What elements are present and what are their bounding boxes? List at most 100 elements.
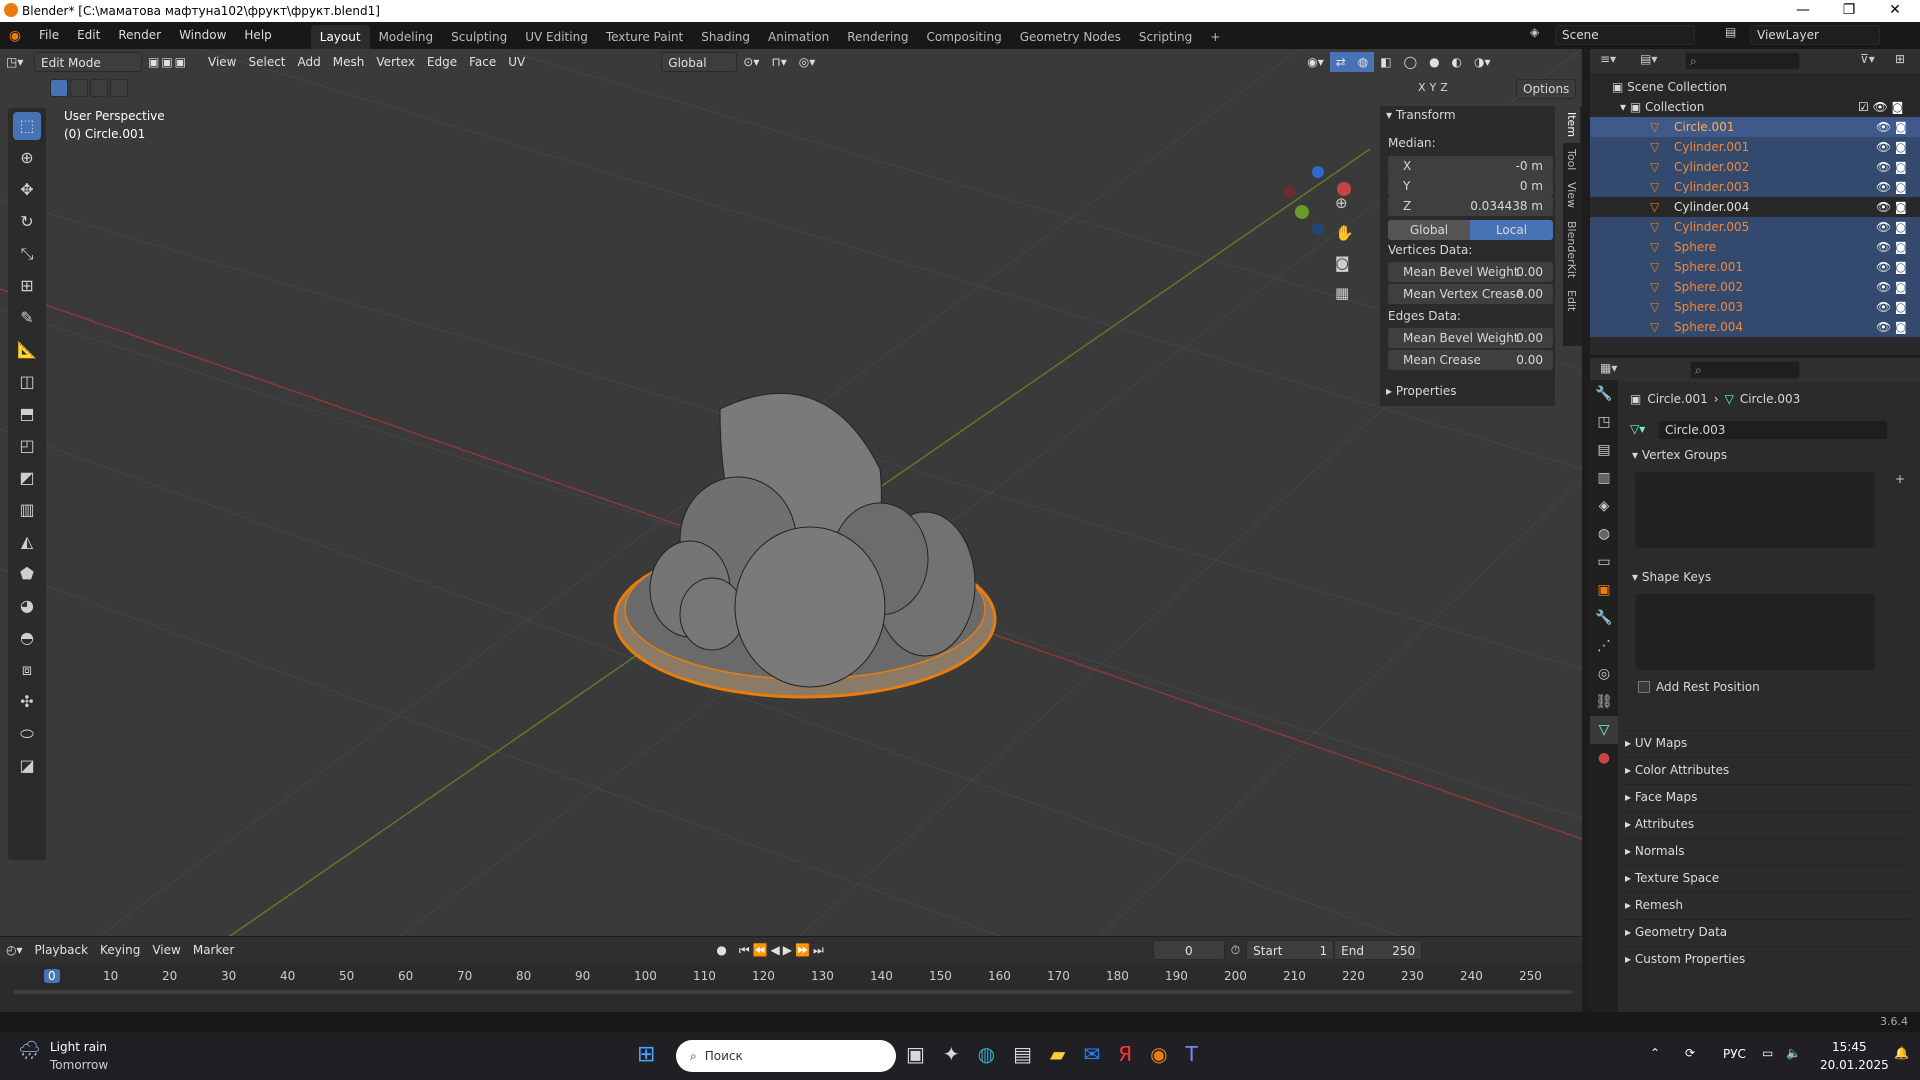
header-menu-view[interactable]: View: [202, 52, 242, 72]
gizmo-y-icon[interactable]: [1295, 205, 1309, 219]
windows-start-icon[interactable]: ⊞: [637, 1042, 655, 1067]
weather-title[interactable]: Light rain: [50, 1040, 107, 1054]
vertex-crease-field[interactable]: Mean Vertex Crease 0.00: [1388, 284, 1553, 304]
shading-material-icon[interactable]: ◐: [1446, 52, 1468, 72]
properties-section-header[interactable]: ▸ UV Maps: [1625, 730, 1910, 754]
visibility-toggle-icon[interactable]: 👁 ◙: [1876, 137, 1907, 157]
timeline-menu-view[interactable]: View: [146, 940, 186, 960]
modifier-tab-icon[interactable]: 🔧: [1590, 604, 1618, 632]
outliner-object-row[interactable]: ▽ Sphere.003 👁 ◙: [1590, 297, 1920, 317]
timeline-scrollbar[interactable]: [14, 990, 1572, 994]
select-extend-icon[interactable]: [70, 79, 88, 97]
playback-controls-icon[interactable]: ⏮⏪◀▶⏩⏭: [733, 940, 833, 960]
outliner-object-row[interactable]: ▽ Cylinder.005 👁 ◙: [1590, 217, 1920, 237]
tab-uv-editing[interactable]: UV Editing: [516, 25, 597, 49]
measure-tool-icon[interactable]: 📐: [13, 336, 41, 364]
properties-section-header[interactable]: ▸ Normals: [1625, 838, 1910, 862]
task-view-icon[interactable]: ▣: [906, 1042, 925, 1066]
axis-x[interactable]: X: [1418, 81, 1426, 94]
outliner-object-row[interactable]: ▽ Cylinder.004 👁 ◙: [1590, 197, 1920, 217]
menu-render[interactable]: Render: [109, 22, 170, 49]
outliner-object-row[interactable]: ▽ Sphere.002 👁 ◙: [1590, 277, 1920, 297]
shading-rendered-icon[interactable]: ◑▾: [1468, 52, 1497, 72]
vertex-bevel-weight-field[interactable]: Mean Bevel Weight 0.00: [1388, 262, 1553, 282]
header-menu-uv[interactable]: UV: [502, 52, 531, 72]
outliner-object-row[interactable]: ▽ Cylinder.002 👁 ◙: [1590, 157, 1920, 177]
properties-search-input[interactable]: ⌕: [1690, 361, 1800, 379]
3d-viewport[interactable]: User Perspective (0) Circle.001 ⊕ ✋ ◙ ▦: [0, 49, 1582, 936]
shading-solid-icon[interactable]: ●: [1423, 52, 1445, 72]
world-tab-icon[interactable]: ◍: [1590, 520, 1618, 548]
maximize-icon[interactable]: ❐: [1826, 0, 1872, 22]
visibility-toggle-icon[interactable]: 👁 ◙: [1876, 177, 1907, 197]
timeline-editor-icon[interactable]: ◴▾: [0, 940, 29, 960]
taskbar-search[interactable]: ⌕ Поиск: [676, 1040, 896, 1072]
scene-tab-icon[interactable]: ◈: [1590, 492, 1618, 520]
store-icon[interactable]: ▤: [1013, 1042, 1032, 1066]
particles-tab-icon[interactable]: ⋰: [1590, 632, 1618, 660]
render-tab-icon[interactable]: ◳: [1590, 408, 1618, 436]
select-new-icon[interactable]: [50, 79, 68, 97]
select-subtract-icon[interactable]: [90, 79, 108, 97]
teams-icon[interactable]: T: [1186, 1042, 1198, 1066]
visibility-toggle-icon[interactable]: 👁 ◙: [1876, 277, 1907, 297]
grid-view-icon[interactable]: ▦: [1335, 284, 1349, 302]
close-icon[interactable]: ✕: [1872, 0, 1918, 22]
material-tab-icon[interactable]: ●: [1590, 744, 1618, 772]
sidebar-tab-tool[interactable]: Tool: [1563, 143, 1580, 176]
clock-time[interactable]: 15:45: [1832, 1040, 1867, 1054]
scene-collection-row[interactable]: ▣ Scene Collection: [1590, 77, 1920, 97]
gizmo-toggle-icon[interactable]: ⇄: [1329, 52, 1352, 72]
properties-section-header[interactable]: ▸ Face Maps: [1625, 784, 1910, 808]
rip-tool-icon[interactable]: ◪: [13, 752, 41, 780]
add-vertex-group-icon[interactable]: +: [1895, 472, 1905, 486]
view-layer-tab-icon[interactable]: ▥: [1590, 464, 1618, 492]
tab-shading[interactable]: Shading: [692, 25, 759, 49]
scene-selector[interactable]: Scene: [1555, 25, 1695, 45]
sidebar-tab-edit[interactable]: Edit: [1563, 284, 1580, 317]
vertex-groups-header[interactable]: ▾ Vertex Groups: [1632, 448, 1727, 462]
collection-tab-icon[interactable]: ▭: [1590, 548, 1618, 576]
gizmo-z-icon[interactable]: [1312, 166, 1324, 178]
properties-section-header[interactable]: ▸ Custom Properties: [1625, 946, 1910, 970]
sidebar-tab-view[interactable]: View: [1563, 176, 1580, 214]
outliner-object-row[interactable]: ▽ Sphere.004 👁 ◙: [1590, 317, 1920, 337]
output-tab-icon[interactable]: ▤: [1590, 436, 1618, 464]
loop-cut-tool-icon[interactable]: ▥: [13, 496, 41, 524]
tab-modeling[interactable]: Modeling: [370, 25, 443, 49]
select-box-tool-icon[interactable]: ⬚: [13, 112, 41, 140]
edge-bevel-weight-field[interactable]: Mean Bevel Weight 0.00: [1388, 328, 1553, 348]
select-intersect-icon[interactable]: [110, 79, 128, 97]
extrude-tool-icon[interactable]: ⬒: [13, 400, 41, 428]
outliner-search-input[interactable]: ⌕: [1685, 52, 1800, 70]
mode-selector[interactable]: Edit Mode: [34, 52, 142, 72]
properties-section-header[interactable]: ▸ Color Attributes: [1625, 757, 1910, 781]
physics-tab-icon[interactable]: ◎: [1590, 660, 1618, 688]
edge-crease-field[interactable]: Mean Crease 0.00: [1388, 350, 1553, 370]
tab-geometry-nodes[interactable]: Geometry Nodes: [1011, 25, 1130, 49]
weather-icon[interactable]: 🌧: [18, 1040, 41, 1061]
edge-slide-tool-icon[interactable]: ⧈: [13, 656, 41, 684]
blender-menu-icon[interactable]: ◉: [0, 28, 30, 44]
file-explorer-icon[interactable]: ▰: [1050, 1042, 1065, 1066]
mesh-name-field[interactable]: Circle.003: [1658, 420, 1888, 440]
properties-section-header[interactable]: ▸ Texture Space: [1625, 865, 1910, 889]
transform-tool-icon[interactable]: ⊞: [13, 272, 41, 300]
visibility-toggle-icon[interactable]: 👁 ◙: [1876, 297, 1907, 317]
add-rest-position-checkbox[interactable]: [1638, 681, 1650, 693]
header-menu-edge[interactable]: Edge: [421, 52, 463, 72]
visibility-toggle-icon[interactable]: 👁 ◙: [1876, 117, 1907, 137]
yandex-browser-icon[interactable]: Я: [1118, 1042, 1132, 1066]
object-tab-icon[interactable]: ▣: [1590, 576, 1618, 604]
camera-icon[interactable]: ◙: [1335, 254, 1350, 272]
collection-toggles-icon[interactable]: ☑ 👁 ◙: [1858, 97, 1903, 117]
tab-texture-paint[interactable]: Texture Paint: [597, 25, 692, 49]
overlay-toggle-icon[interactable]: ◍: [1351, 52, 1375, 72]
shape-keys-list[interactable]: [1635, 594, 1875, 670]
filter-icon[interactable]: ⊽▾: [1860, 52, 1875, 66]
menu-window[interactable]: Window: [170, 22, 235, 49]
outlook-icon[interactable]: ✉: [1083, 1042, 1100, 1066]
spin-tool-icon[interactable]: ◕: [13, 592, 41, 620]
global-toggle[interactable]: Global: [1388, 220, 1470, 240]
menu-file[interactable]: File: [30, 22, 68, 49]
